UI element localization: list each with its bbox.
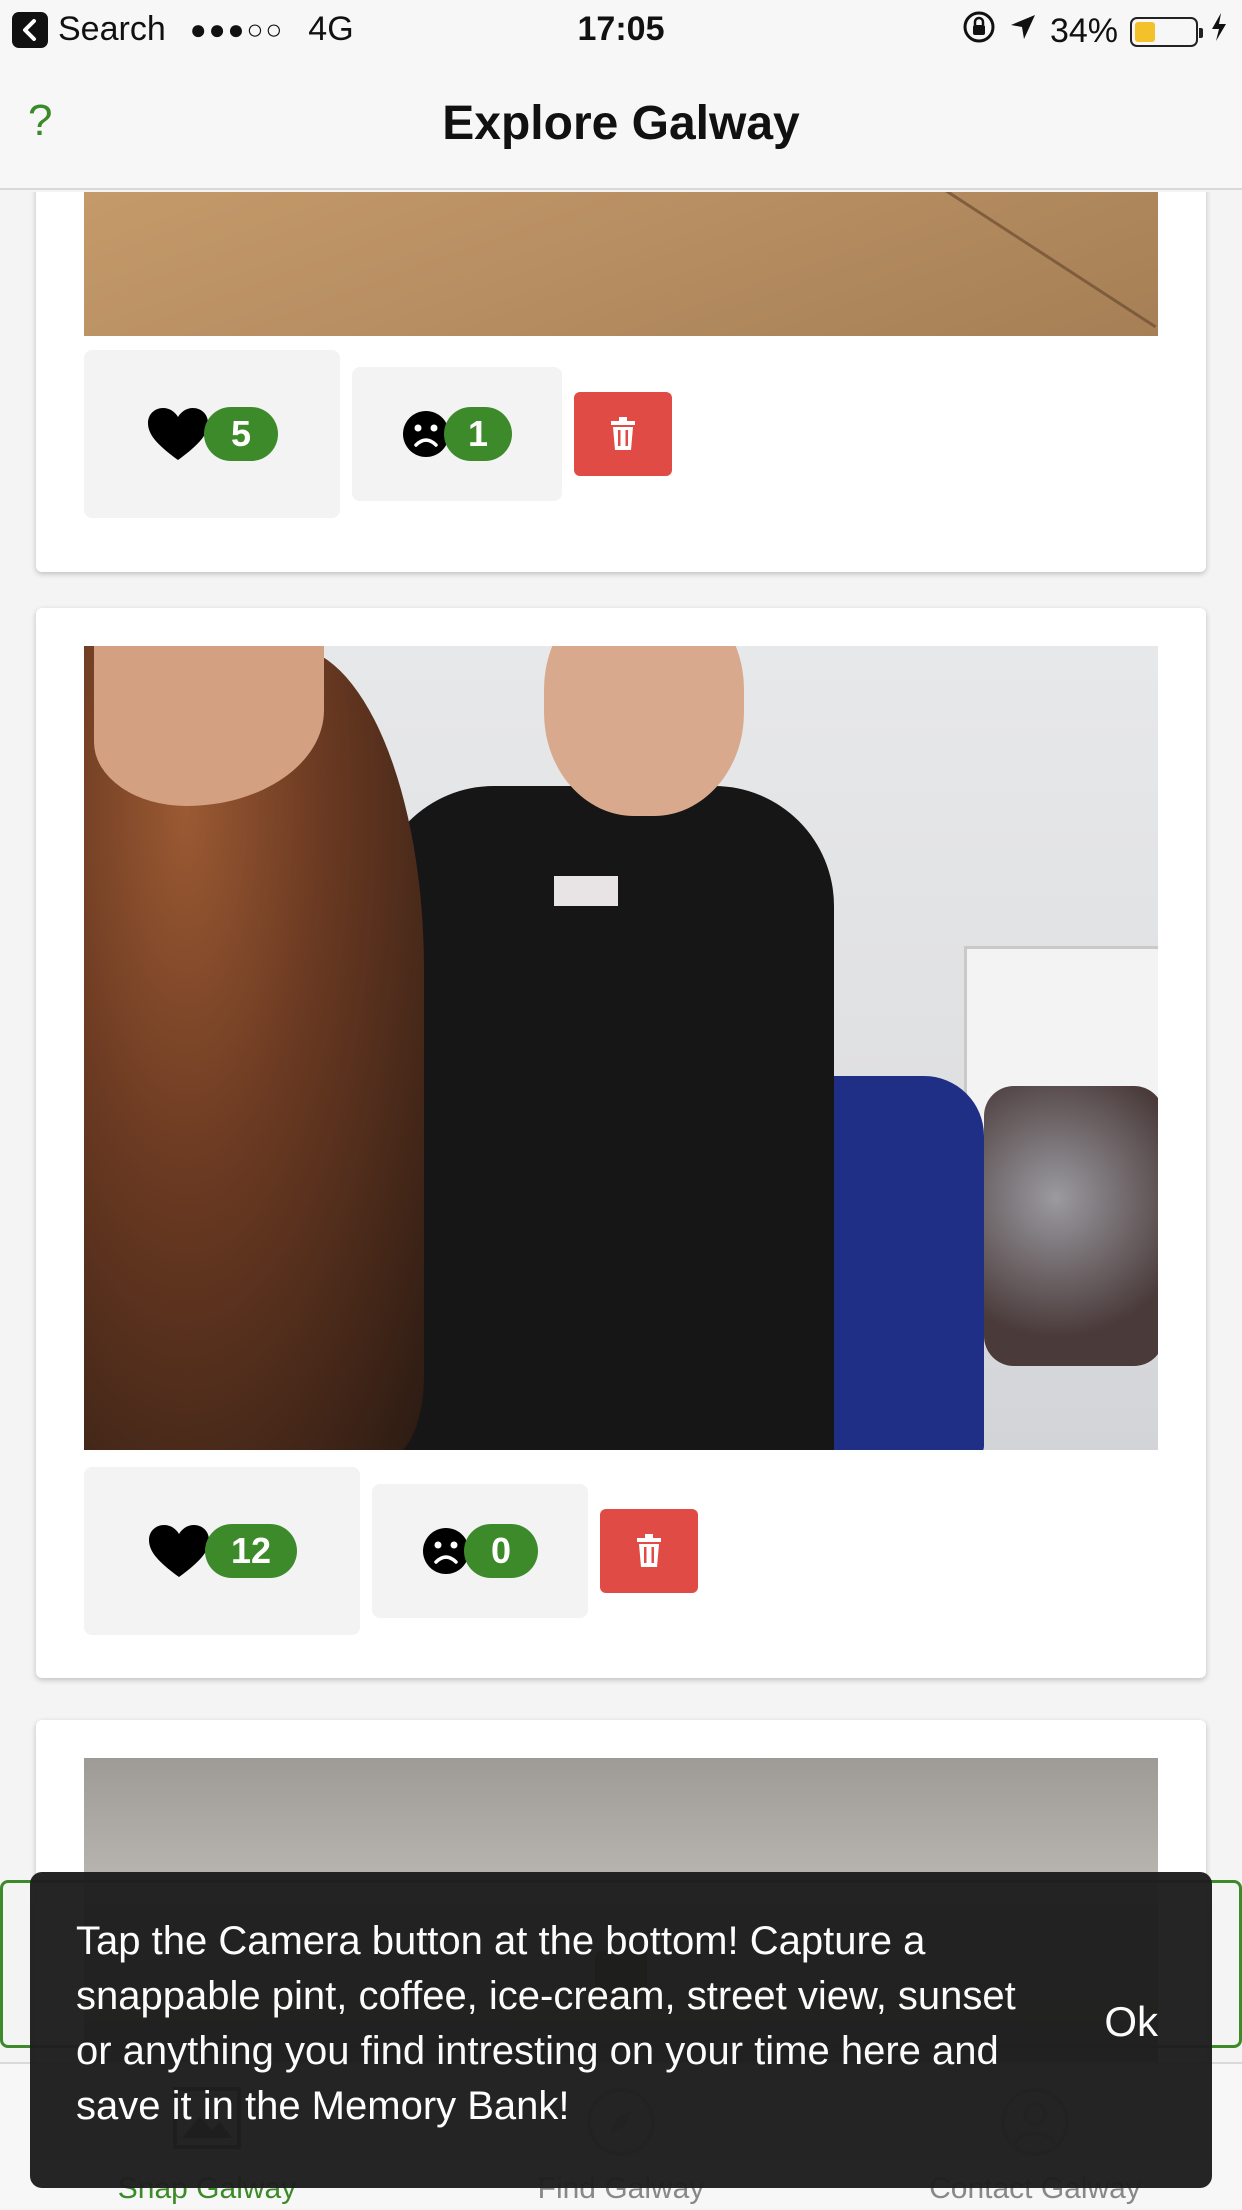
- battery-icon: [1130, 16, 1203, 47]
- delete-button[interactable]: [600, 1509, 698, 1593]
- trash-icon: [611, 417, 635, 450]
- charging-bolt-icon: [1210, 12, 1228, 51]
- like-count: 5: [204, 407, 278, 461]
- post-card: 5 1: [36, 192, 1206, 572]
- like-button[interactable]: 12: [84, 1467, 360, 1635]
- toast-message: Tap the Camera button at the bottom! Cap…: [76, 1919, 1016, 2128]
- status-bar: Search ●●●○○ 4G 17:05 34%: [0, 0, 1242, 60]
- post-photo: [84, 646, 1158, 1450]
- post-card: 12 0: [36, 608, 1206, 1678]
- photo-feed[interactable]: 5 1 12 0: [0, 192, 1242, 2062]
- sad-face-icon: [423, 1528, 469, 1574]
- battery-percent: 34%: [1049, 12, 1118, 50]
- like-count: 12: [205, 1524, 297, 1578]
- tip-toast: Tap the Camera button at the bottom! Cap…: [30, 1872, 1212, 2188]
- page-title: Explore Galway: [442, 97, 800, 150]
- sad-face-icon: [403, 411, 449, 457]
- rotation-lock-icon: [962, 10, 996, 53]
- sad-button[interactable]: 1: [352, 367, 562, 501]
- heart-icon: [148, 408, 208, 460]
- post-photo: [84, 192, 1158, 336]
- sad-button[interactable]: 0: [372, 1484, 588, 1618]
- nav-header: ? Explore Galway: [0, 60, 1242, 190]
- sad-count: 0: [464, 1524, 538, 1578]
- heart-icon: [149, 1525, 209, 1577]
- toast-ok-button[interactable]: Ok: [1104, 1998, 1158, 2046]
- like-button[interactable]: 5: [84, 350, 340, 518]
- sad-count: 1: [444, 407, 512, 461]
- delete-button[interactable]: [574, 392, 672, 476]
- trash-icon: [637, 1534, 661, 1567]
- location-arrow-icon: [1008, 12, 1038, 51]
